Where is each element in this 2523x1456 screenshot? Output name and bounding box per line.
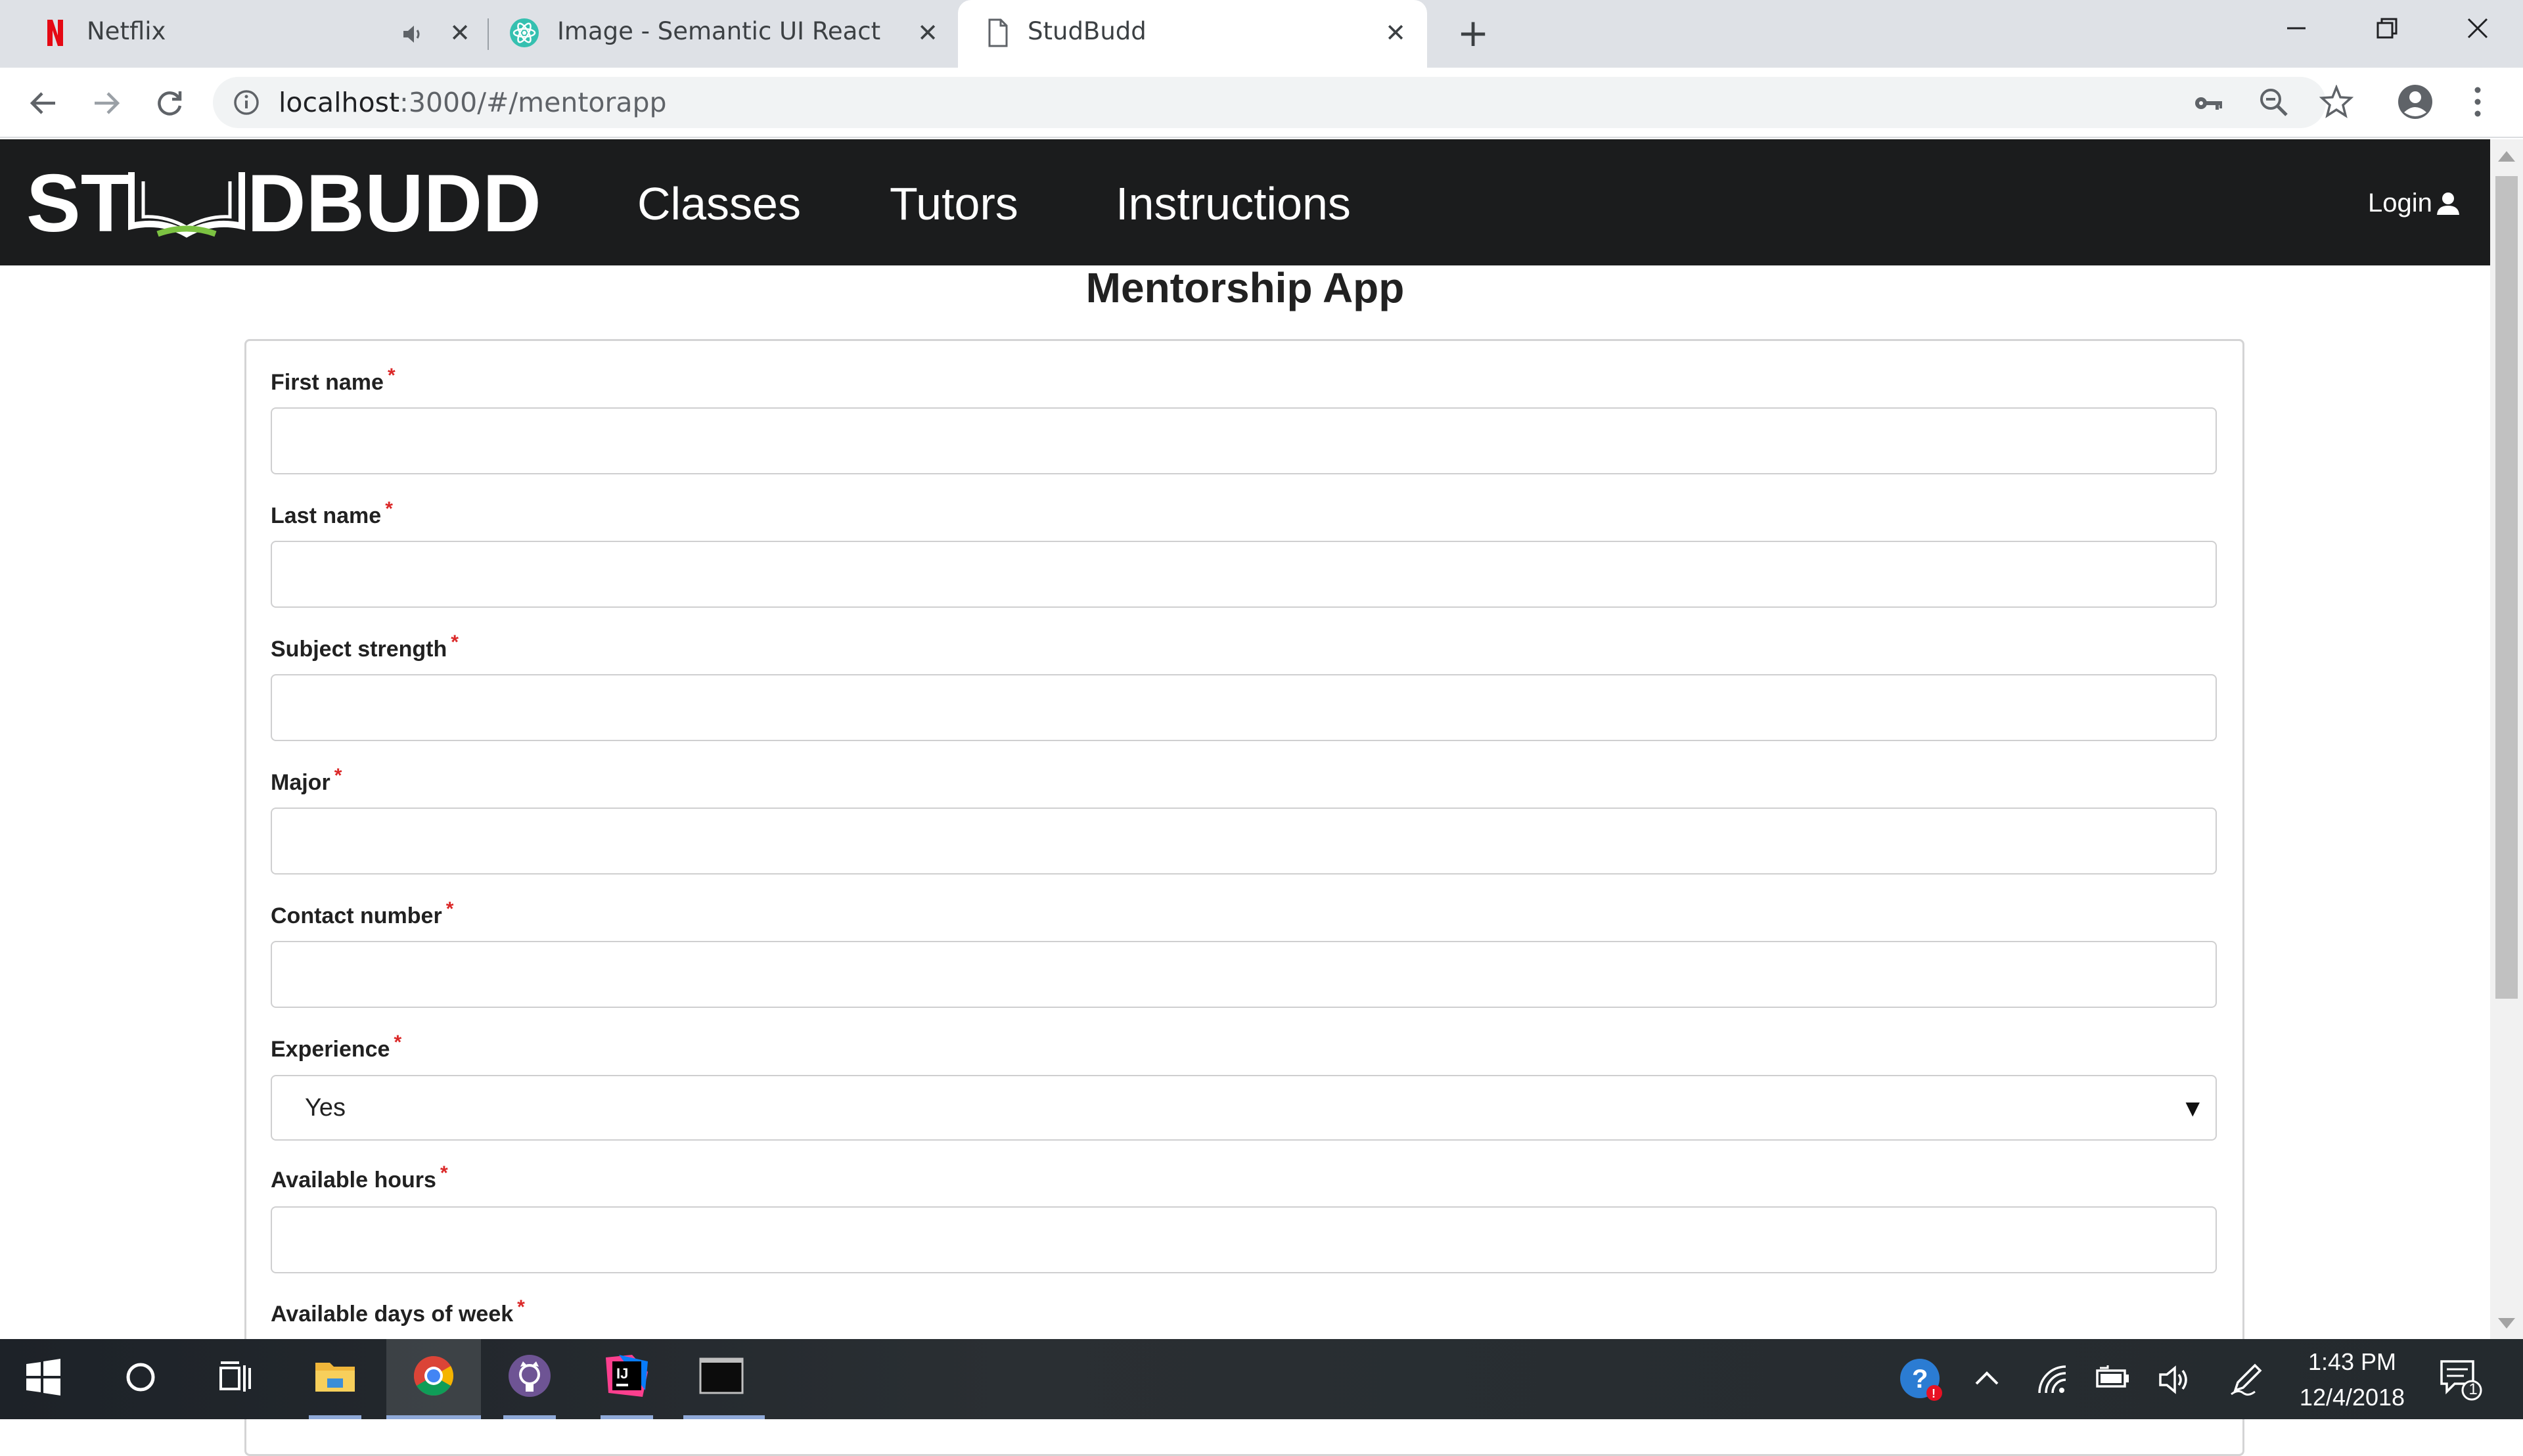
chrome-icon[interactable] xyxy=(410,1352,457,1399)
close-icon[interactable]: ✕ xyxy=(1382,20,1409,46)
task-view-icon[interactable] xyxy=(217,1360,254,1396)
page-title: Mentorship App xyxy=(1085,264,1405,311)
tab-studbudd[interactable]: StudBudd ✕ xyxy=(958,0,1427,68)
last-name-input[interactable] xyxy=(271,541,2217,608)
notification-count: 1 xyxy=(2468,1380,2478,1398)
intellij-icon[interactable]: IJ xyxy=(603,1352,650,1399)
experience-selected-value: Yes xyxy=(305,1093,346,1122)
subject-strength-label: Subject strength * xyxy=(271,631,459,662)
available-hours-label: Available hours * xyxy=(271,1162,448,1193)
help-icon[interactable]: ? ! xyxy=(1899,1357,1943,1402)
experience-select[interactable]: Yes ▼ xyxy=(271,1075,2217,1141)
chevron-up-icon[interactable] xyxy=(1972,1365,2001,1392)
cortana-icon[interactable] xyxy=(122,1359,159,1396)
close-icon[interactable]: ✕ xyxy=(915,20,941,46)
scroll-down-arrow-icon[interactable] xyxy=(2498,1318,2515,1329)
netflix-icon xyxy=(47,20,63,46)
tab-title: Netflix xyxy=(87,17,166,45)
speaker-icon[interactable] xyxy=(399,21,426,47)
dropdown-arrow-icon: ▼ xyxy=(2185,1097,2200,1119)
major-input[interactable] xyxy=(271,808,2217,875)
windows-taskbar: IJ ? ! 1 xyxy=(0,1339,2523,1419)
available-hours-input[interactable] xyxy=(271,1206,2217,1273)
contact-number-label: Contact number * xyxy=(271,898,454,928)
experience-label: Experience * xyxy=(271,1032,402,1062)
file-explorer-icon[interactable] xyxy=(311,1352,359,1399)
url-text[interactable]: localhost:3000/#/mentorapp xyxy=(279,85,667,120)
login-label: Login xyxy=(2368,189,2432,217)
restore-icon xyxy=(2376,18,2398,39)
browser-tab-strip: Netflix ✕ Image - Semantic UI React ✕ St… xyxy=(0,0,2523,68)
volume-icon[interactable] xyxy=(2156,1363,2193,1397)
scrollbar-thumb[interactable] xyxy=(2495,176,2518,999)
reload-icon[interactable] xyxy=(152,86,187,120)
available-days-label: Available days of week * xyxy=(271,1296,525,1327)
svg-text:IJ: IJ xyxy=(616,1365,628,1382)
github-icon[interactable] xyxy=(506,1352,553,1399)
svg-text:!: ! xyxy=(1932,1387,1936,1400)
last-name-label: Last name * xyxy=(271,498,393,528)
info-icon[interactable] xyxy=(233,89,260,116)
svg-text:?: ? xyxy=(1912,1365,1928,1394)
minimize-button[interactable] xyxy=(2251,0,2342,57)
battery-icon[interactable] xyxy=(2095,1363,2131,1394)
close-icon[interactable]: ✕ xyxy=(447,20,473,46)
close-window-button[interactable] xyxy=(2432,0,2523,57)
minimize-icon xyxy=(2287,27,2306,30)
profile-icon[interactable] xyxy=(2397,83,2434,120)
back-arrow-icon[interactable] xyxy=(26,86,60,120)
mentorship-form xyxy=(244,339,2244,1456)
star-icon[interactable] xyxy=(2319,85,2353,119)
major-label: Major * xyxy=(271,765,342,795)
address-bar[interactable]: localhost:3000/#/mentorapp xyxy=(213,77,2326,128)
terminal-icon[interactable] xyxy=(698,1352,745,1399)
nav-classes[interactable]: Classes xyxy=(637,177,801,230)
react-icon xyxy=(510,18,539,47)
user-icon xyxy=(2436,193,2459,215)
app-navbar: ST DBUDD Classes Tutors Instructions Log… xyxy=(0,139,2490,265)
restore-button[interactable] xyxy=(2342,0,2432,57)
studbudd-logo[interactable]: ST DBUDD xyxy=(26,163,552,242)
page-icon xyxy=(988,18,1008,47)
nav-tutors[interactable]: Tutors xyxy=(890,177,1018,230)
clock-time[interactable]: 1:43 PM xyxy=(2293,1346,2411,1378)
key-icon[interactable] xyxy=(2193,87,2225,119)
nav-instructions[interactable]: Instructions xyxy=(1116,177,1351,230)
windows-start-icon[interactable] xyxy=(24,1357,63,1397)
clock-date[interactable]: 12/4/2018 xyxy=(2293,1381,2411,1414)
close-icon xyxy=(2467,18,2488,39)
tab-semantic-ui[interactable]: Image - Semantic UI React ✕ xyxy=(489,0,957,68)
svg-text:DBUDD: DBUDD xyxy=(247,163,541,242)
forward-arrow-icon[interactable] xyxy=(89,86,124,120)
wifi-icon[interactable] xyxy=(2035,1363,2070,1397)
pen-icon[interactable] xyxy=(2229,1360,2265,1397)
svg-text:ST: ST xyxy=(26,163,130,242)
first-name-input[interactable] xyxy=(271,407,2217,474)
tab-netflix[interactable]: Netflix ✕ xyxy=(0,0,486,68)
menu-dots-icon[interactable] xyxy=(2468,85,2488,119)
new-tab-button[interactable]: + xyxy=(1455,14,1491,53)
contact-number-input[interactable] xyxy=(271,941,2217,1008)
scroll-up-arrow-icon[interactable] xyxy=(2498,151,2515,162)
login-button[interactable]: Login xyxy=(2368,187,2461,219)
tab-title: StudBudd xyxy=(1028,17,1147,45)
tab-title: Image - Semantic UI React xyxy=(557,17,881,45)
browser-toolbar: localhost:3000/#/mentorapp xyxy=(0,68,2523,138)
zoom-out-icon[interactable] xyxy=(2258,86,2290,119)
subject-strength-input[interactable] xyxy=(271,674,2217,741)
first-name-label: First name * xyxy=(271,365,396,395)
